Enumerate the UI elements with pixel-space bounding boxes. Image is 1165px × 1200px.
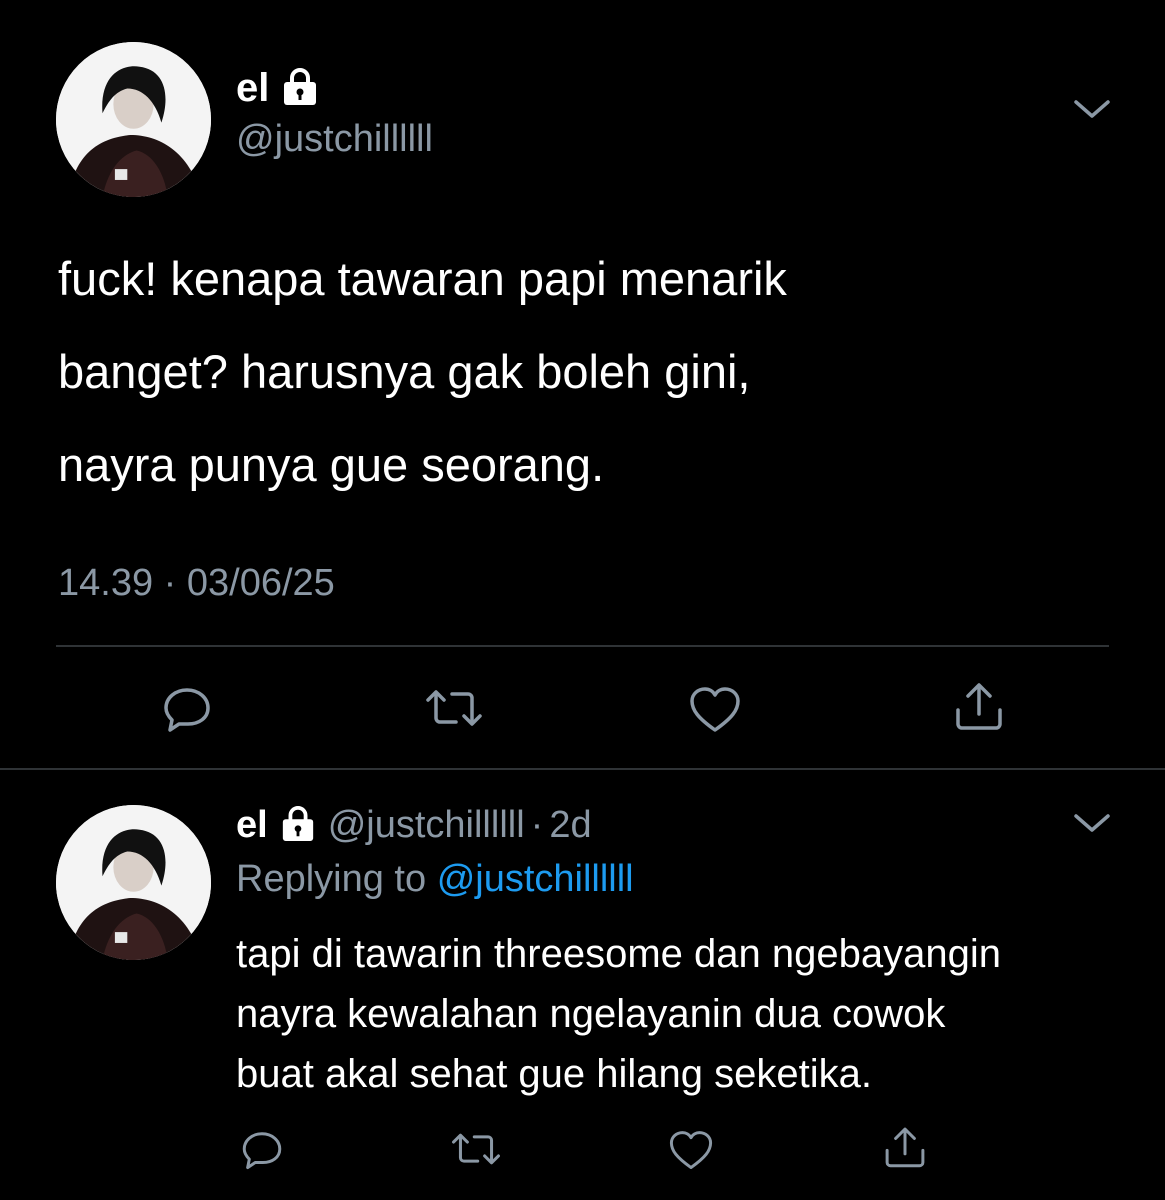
heart-icon	[669, 1131, 713, 1170]
tweet-text-line: nayra punya gue seorang.	[58, 438, 605, 491]
avatar[interactable]	[56, 42, 211, 197]
timestamp[interactable]: 14.39 · 03/06/25	[58, 562, 335, 605]
avatar[interactable]	[56, 805, 211, 960]
divider	[56, 645, 1109, 647]
replying-to: Replying to @justchillllll	[236, 858, 634, 901]
handle[interactable]: @justchillllll	[328, 804, 525, 847]
profile-photo	[56, 805, 211, 960]
chevron-down-icon[interactable]	[1070, 810, 1114, 843]
lock-icon	[280, 804, 316, 847]
tweet-age[interactable]: 2d	[549, 804, 591, 847]
tweet-text-line: fuck! kenapa tawaran papi menarik	[58, 252, 787, 305]
reply-button[interactable]	[240, 1128, 284, 1170]
retweet-icon	[426, 690, 482, 726]
reply-text-line: tapi di tawarin threesome dan ngebayangi…	[236, 932, 1001, 976]
share-button[interactable]	[882, 1124, 928, 1170]
lock-icon	[281, 66, 319, 111]
share-icon	[956, 683, 1002, 730]
chevron-down-icon[interactable]	[1070, 96, 1114, 129]
display-name[interactable]: el	[236, 66, 269, 111]
like-button[interactable]	[668, 1130, 714, 1171]
replying-to-handle[interactable]: @justchillllll	[437, 858, 634, 900]
display-name[interactable]: el	[236, 804, 268, 847]
like-button[interactable]	[688, 686, 742, 734]
divider	[0, 768, 1165, 770]
heart-icon	[690, 687, 740, 732]
retweet-button[interactable]	[450, 1130, 502, 1168]
share-button[interactable]	[952, 680, 1006, 732]
separator: ·	[530, 803, 544, 846]
tweet-text-line: banget? harusnya gak boleh gini,	[58, 345, 751, 398]
handle[interactable]: @justchillllll	[236, 118, 433, 161]
reply-text: tapi di tawarin threesome dan ngebayangi…	[236, 924, 1001, 1104]
replying-to-label: Replying to	[236, 858, 427, 900]
reply-button[interactable]	[161, 684, 213, 732]
reply-text-line: buat akal sehat gue hilang seketika.	[236, 1052, 872, 1096]
share-icon	[885, 1127, 925, 1168]
retweet-button[interactable]	[424, 686, 484, 730]
retweet-icon	[452, 1133, 500, 1165]
reply-icon	[164, 688, 210, 732]
reply-text-line: nayra kewalahan ngelayanin dua cowok	[236, 992, 946, 1036]
profile-photo	[56, 42, 211, 197]
reply-icon	[242, 1132, 282, 1170]
tweet-text: fuck! kenapa tawaran papi menarik banget…	[58, 232, 787, 511]
